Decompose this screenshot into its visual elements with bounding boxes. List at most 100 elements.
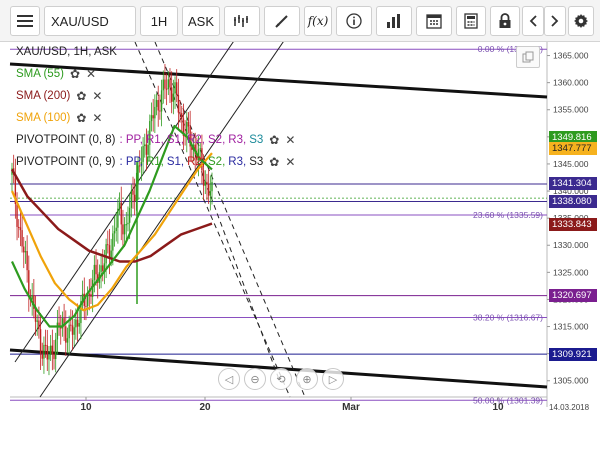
- candle-body: [60, 327, 62, 329]
- pivot2-pp: : PP,: [119, 156, 143, 168]
- gear-icon[interactable]: ✿: [76, 111, 86, 125]
- candle-body: [127, 222, 129, 225]
- sma200-label: SMA (200): [16, 90, 71, 102]
- candle-body: [46, 345, 48, 360]
- candle-body: [68, 324, 70, 339]
- gear-icon[interactable]: ✿: [76, 89, 86, 103]
- calculator-icon: [464, 13, 478, 29]
- candle-body: [128, 207, 131, 223]
- lock-icon: [499, 13, 511, 28]
- close-icon[interactable]: ✕: [92, 111, 102, 125]
- candle-body: [206, 181, 208, 185]
- candle-body: [122, 224, 124, 235]
- candle-body: [181, 113, 183, 119]
- pivot2-legend[interactable]: PIVOTPOINT (0, 9) : PP, R1, S1, R2, S2, …: [16, 155, 295, 169]
- calendar-button[interactable]: [416, 6, 452, 36]
- candle-body: [113, 231, 116, 234]
- pivot1-legend[interactable]: PIVOTPOINT (0, 8) : PP, R1, S1, R2, S2, …: [16, 133, 295, 147]
- candle-body: [51, 345, 54, 355]
- candle-body: [75, 319, 77, 328]
- candle-body: [159, 110, 161, 112]
- sma100-legend[interactable]: SMA (100) ✿ ✕: [16, 111, 102, 125]
- volume-icon: [387, 14, 400, 28]
- candle-body: [107, 244, 109, 246]
- symbol-selector[interactable]: XAU/USD: [44, 6, 136, 36]
- volume-button[interactable]: [376, 6, 412, 36]
- candle-body: [36, 320, 38, 322]
- candle-body: [110, 250, 112, 258]
- chart-type-button[interactable]: [224, 6, 260, 36]
- function-icon: f(x): [307, 14, 329, 28]
- date-label: 14.03.2018: [549, 403, 590, 412]
- x-tick-label: 10: [80, 402, 92, 413]
- zoom-out-button[interactable]: ⊖: [244, 368, 266, 390]
- settings-button[interactable]: [568, 6, 594, 36]
- price-tag: 1333.843: [549, 217, 597, 231]
- next-button[interactable]: [544, 6, 566, 36]
- info-button[interactable]: [336, 6, 372, 36]
- fib-label: 50.00 % (1301.39): [473, 395, 543, 405]
- candle-body: [165, 88, 168, 90]
- candle-body: [18, 226, 20, 228]
- pivot1-s2: S2,: [208, 134, 226, 146]
- calculator-button[interactable]: [456, 6, 486, 36]
- scroll-right-button[interactable]: ▷: [322, 368, 344, 390]
- zoom-out-icon: ⊖: [250, 373, 260, 386]
- draw-button[interactable]: [264, 6, 300, 36]
- candle-body: [160, 90, 163, 112]
- draw-icon: [275, 15, 288, 28]
- menu-button[interactable]: [10, 6, 40, 36]
- sma100-label: SMA (100): [16, 112, 71, 124]
- candle-body: [123, 224, 126, 235]
- candle-body: [71, 325, 74, 335]
- reset-button[interactable]: ⟲: [270, 368, 292, 390]
- close-icon[interactable]: ✕: [285, 155, 295, 169]
- gear-icon[interactable]: ✿: [269, 133, 279, 147]
- candle-body: [41, 353, 43, 359]
- sma200-legend[interactable]: SMA (200) ✿ ✕: [16, 89, 102, 103]
- prev-button[interactable]: [522, 6, 544, 36]
- pivot1-s1: S1,: [166, 134, 185, 146]
- price-tag: 1320.697: [549, 289, 597, 303]
- close-icon[interactable]: ✕: [92, 89, 102, 103]
- sma55-label: SMA (55): [16, 68, 64, 80]
- candle-body: [56, 322, 59, 340]
- chart-area[interactable]: 0.00 % (1366.17) 23.60 % (1335.59) 38.20 %…: [0, 42, 600, 449]
- price-tag: 1338.080: [549, 194, 597, 208]
- candle-body: [115, 227, 117, 232]
- price-type-selector[interactable]: ASK: [182, 6, 220, 36]
- zoom-in-button[interactable]: ⊕: [296, 368, 318, 390]
- candle-body: [88, 293, 91, 295]
- y-tick-label: 1365.000: [553, 51, 589, 61]
- screenshot-button[interactable]: [516, 46, 540, 68]
- pivot1-r3: R3,: [228, 134, 247, 146]
- candle-body: [44, 344, 47, 346]
- scroll-left-button[interactable]: ◁: [218, 368, 240, 390]
- info-icon: [346, 13, 362, 29]
- sma55-legend[interactable]: SMA (55) ✿ ✕: [16, 67, 96, 81]
- x-tick-label: 20: [199, 402, 211, 413]
- candle-body: [34, 308, 37, 322]
- candle-body: [24, 251, 27, 253]
- candle-body: [118, 202, 121, 209]
- function-button[interactable]: f(x): [304, 6, 332, 36]
- candle-body: [187, 121, 190, 127]
- interval-selector[interactable]: 1H: [140, 6, 178, 36]
- candle-body: [85, 305, 87, 307]
- pivot1-r1: R1,: [145, 134, 164, 146]
- candle-body: [26, 251, 28, 271]
- gear-icon[interactable]: ✿: [70, 67, 80, 81]
- close-icon[interactable]: ✕: [86, 67, 96, 81]
- candle-body: [209, 191, 212, 196]
- candle-body: [73, 327, 75, 335]
- candle-body: [130, 190, 133, 208]
- pivot2-r1: R1,: [145, 156, 164, 168]
- candle-body: [199, 148, 201, 150]
- lock-button[interactable]: [490, 6, 520, 36]
- gear-icon[interactable]: ✿: [269, 155, 279, 169]
- pivot2-s2: S2,: [208, 156, 226, 168]
- pivot2-s3: S3: [249, 156, 264, 168]
- close-icon[interactable]: ✕: [285, 133, 295, 147]
- candle-body: [177, 95, 180, 113]
- x-tick-label: 10: [492, 402, 504, 413]
